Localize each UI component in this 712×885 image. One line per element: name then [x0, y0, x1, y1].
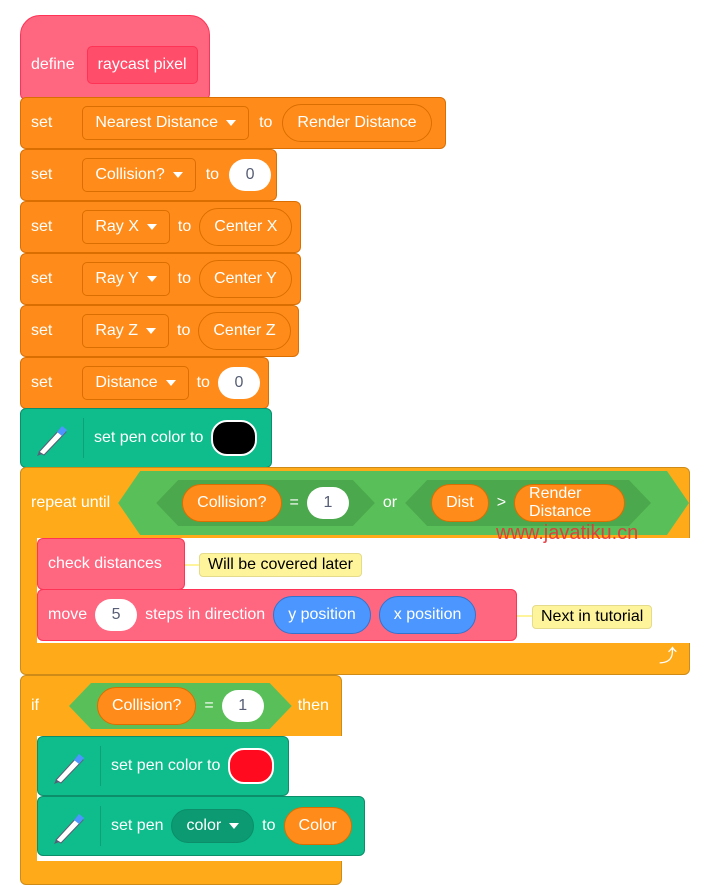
- to-label: to: [177, 218, 192, 235]
- to-label: to: [177, 270, 191, 287]
- set-nearest-distance-block[interactable]: set Nearest Distance to Render Distance: [20, 97, 446, 149]
- variable-dropdown[interactable]: Nearest Distance: [82, 106, 250, 140]
- render-distance-reporter[interactable]: Render Distance: [282, 104, 432, 142]
- dist-reporter[interactable]: Dist: [431, 484, 489, 522]
- caret-down-icon: [229, 823, 240, 829]
- set-collision-block[interactable]: set Collision? to 0: [20, 149, 277, 201]
- variable-dropdown[interactable]: Distance: [82, 366, 189, 400]
- set-keyword: set: [31, 166, 53, 183]
- greater-than-condition[interactable]: Dist > Render Distance: [405, 480, 651, 526]
- greater-operator: >: [496, 494, 507, 511]
- comment-will-be-covered[interactable]: Will be covered later: [199, 553, 362, 577]
- to-label: to: [262, 817, 276, 834]
- move-steps-block[interactable]: move 5 steps in direction y position x p…: [37, 589, 517, 641]
- to-label: to: [177, 322, 191, 339]
- center-y-reporter[interactable]: Center Y: [198, 260, 292, 298]
- set-pen-color-block[interactable]: set pen color to: [37, 736, 289, 796]
- or-label: or: [382, 494, 398, 511]
- check-distances-label: check distances: [48, 555, 162, 572]
- to-label: to: [196, 374, 210, 391]
- pen-icon: [54, 754, 84, 784]
- set-pen-color-label: set pen color to: [111, 757, 221, 774]
- to-label: to: [205, 166, 220, 183]
- equals-operator: =: [289, 494, 299, 511]
- watermark: www.javatiku.cn: [496, 522, 639, 544]
- set-keyword: set: [31, 374, 53, 391]
- value-input[interactable]: 0: [229, 159, 272, 191]
- separator: [83, 418, 84, 458]
- pen-param-dropdown[interactable]: color: [171, 809, 255, 843]
- loop-arrow-icon: ⤴: [659, 646, 677, 666]
- set-pen-param-block[interactable]: set pen color to Color: [37, 796, 365, 856]
- steps-label: steps in direction: [145, 606, 266, 623]
- set-ray-z-block[interactable]: set Ray Z to Center Z: [20, 305, 299, 357]
- caret-down-icon: [165, 380, 176, 386]
- value-input[interactable]: 0: [217, 367, 260, 399]
- set-ray-y-block[interactable]: set Ray Y to Center Y: [20, 253, 301, 305]
- separator: [100, 746, 101, 786]
- caret-down-icon: [172, 172, 183, 178]
- define-keyword: define: [31, 56, 75, 73]
- set-ray-x-block[interactable]: set Ray X to Center X: [20, 201, 301, 253]
- then-keyword: then: [297, 697, 329, 714]
- comment-next-in-tutorial[interactable]: Next in tutorial: [532, 605, 653, 629]
- center-z-reporter[interactable]: Center Z: [198, 312, 291, 350]
- set-pen-color-label: set pen color to: [94, 429, 204, 446]
- pen-icon: [37, 426, 67, 456]
- color-swatch[interactable]: [228, 748, 275, 784]
- repeat-until-keyword: repeat until: [31, 494, 111, 511]
- render-distance-reporter[interactable]: Render Distance: [514, 484, 625, 522]
- variable-dropdown[interactable]: Ray X: [82, 210, 170, 244]
- collision-reporter[interactable]: Collision?: [182, 484, 281, 522]
- x-position-reporter[interactable]: x position: [378, 596, 477, 634]
- custom-block-name[interactable]: raycast pixel: [86, 46, 198, 84]
- steps-input[interactable]: 5: [95, 599, 138, 631]
- set-pen-label: set pen: [111, 817, 164, 834]
- value-input[interactable]: 1: [222, 690, 264, 722]
- set-pen-color-block[interactable]: set pen color to: [20, 408, 272, 468]
- to-label: to: [259, 114, 273, 131]
- equals-operator: =: [204, 697, 214, 714]
- color-reporter[interactable]: Color: [283, 807, 352, 845]
- set-keyword: set: [31, 114, 53, 131]
- pen-icon: [54, 814, 84, 844]
- set-keyword: set: [31, 270, 53, 287]
- caret-down-icon: [146, 328, 157, 334]
- y-position-reporter[interactable]: y position: [273, 596, 371, 634]
- separator: [100, 806, 101, 846]
- set-keyword: set: [31, 218, 53, 235]
- caret-down-icon: [146, 276, 157, 282]
- set-keyword: set: [31, 322, 53, 339]
- caret-down-icon: [146, 224, 157, 230]
- set-distance-block[interactable]: set Distance to 0: [20, 357, 269, 409]
- center-x-reporter[interactable]: Center X: [199, 208, 293, 246]
- collision-reporter[interactable]: Collision?: [97, 687, 196, 725]
- equals-condition[interactable]: Collision? = 1: [156, 480, 375, 526]
- color-swatch[interactable]: [211, 420, 258, 456]
- variable-dropdown[interactable]: Ray Y: [82, 262, 170, 296]
- check-distances-block[interactable]: check distances: [37, 538, 185, 590]
- equals-condition[interactable]: Collision? = 1: [69, 683, 292, 729]
- value-input[interactable]: 1: [307, 487, 349, 519]
- caret-down-icon: [226, 120, 237, 126]
- move-label: move: [48, 606, 88, 623]
- define-block[interactable]: define raycast pixel: [20, 15, 210, 100]
- if-keyword: if: [31, 697, 39, 714]
- variable-dropdown[interactable]: Collision?: [82, 158, 196, 192]
- variable-dropdown[interactable]: Ray Z: [82, 314, 170, 348]
